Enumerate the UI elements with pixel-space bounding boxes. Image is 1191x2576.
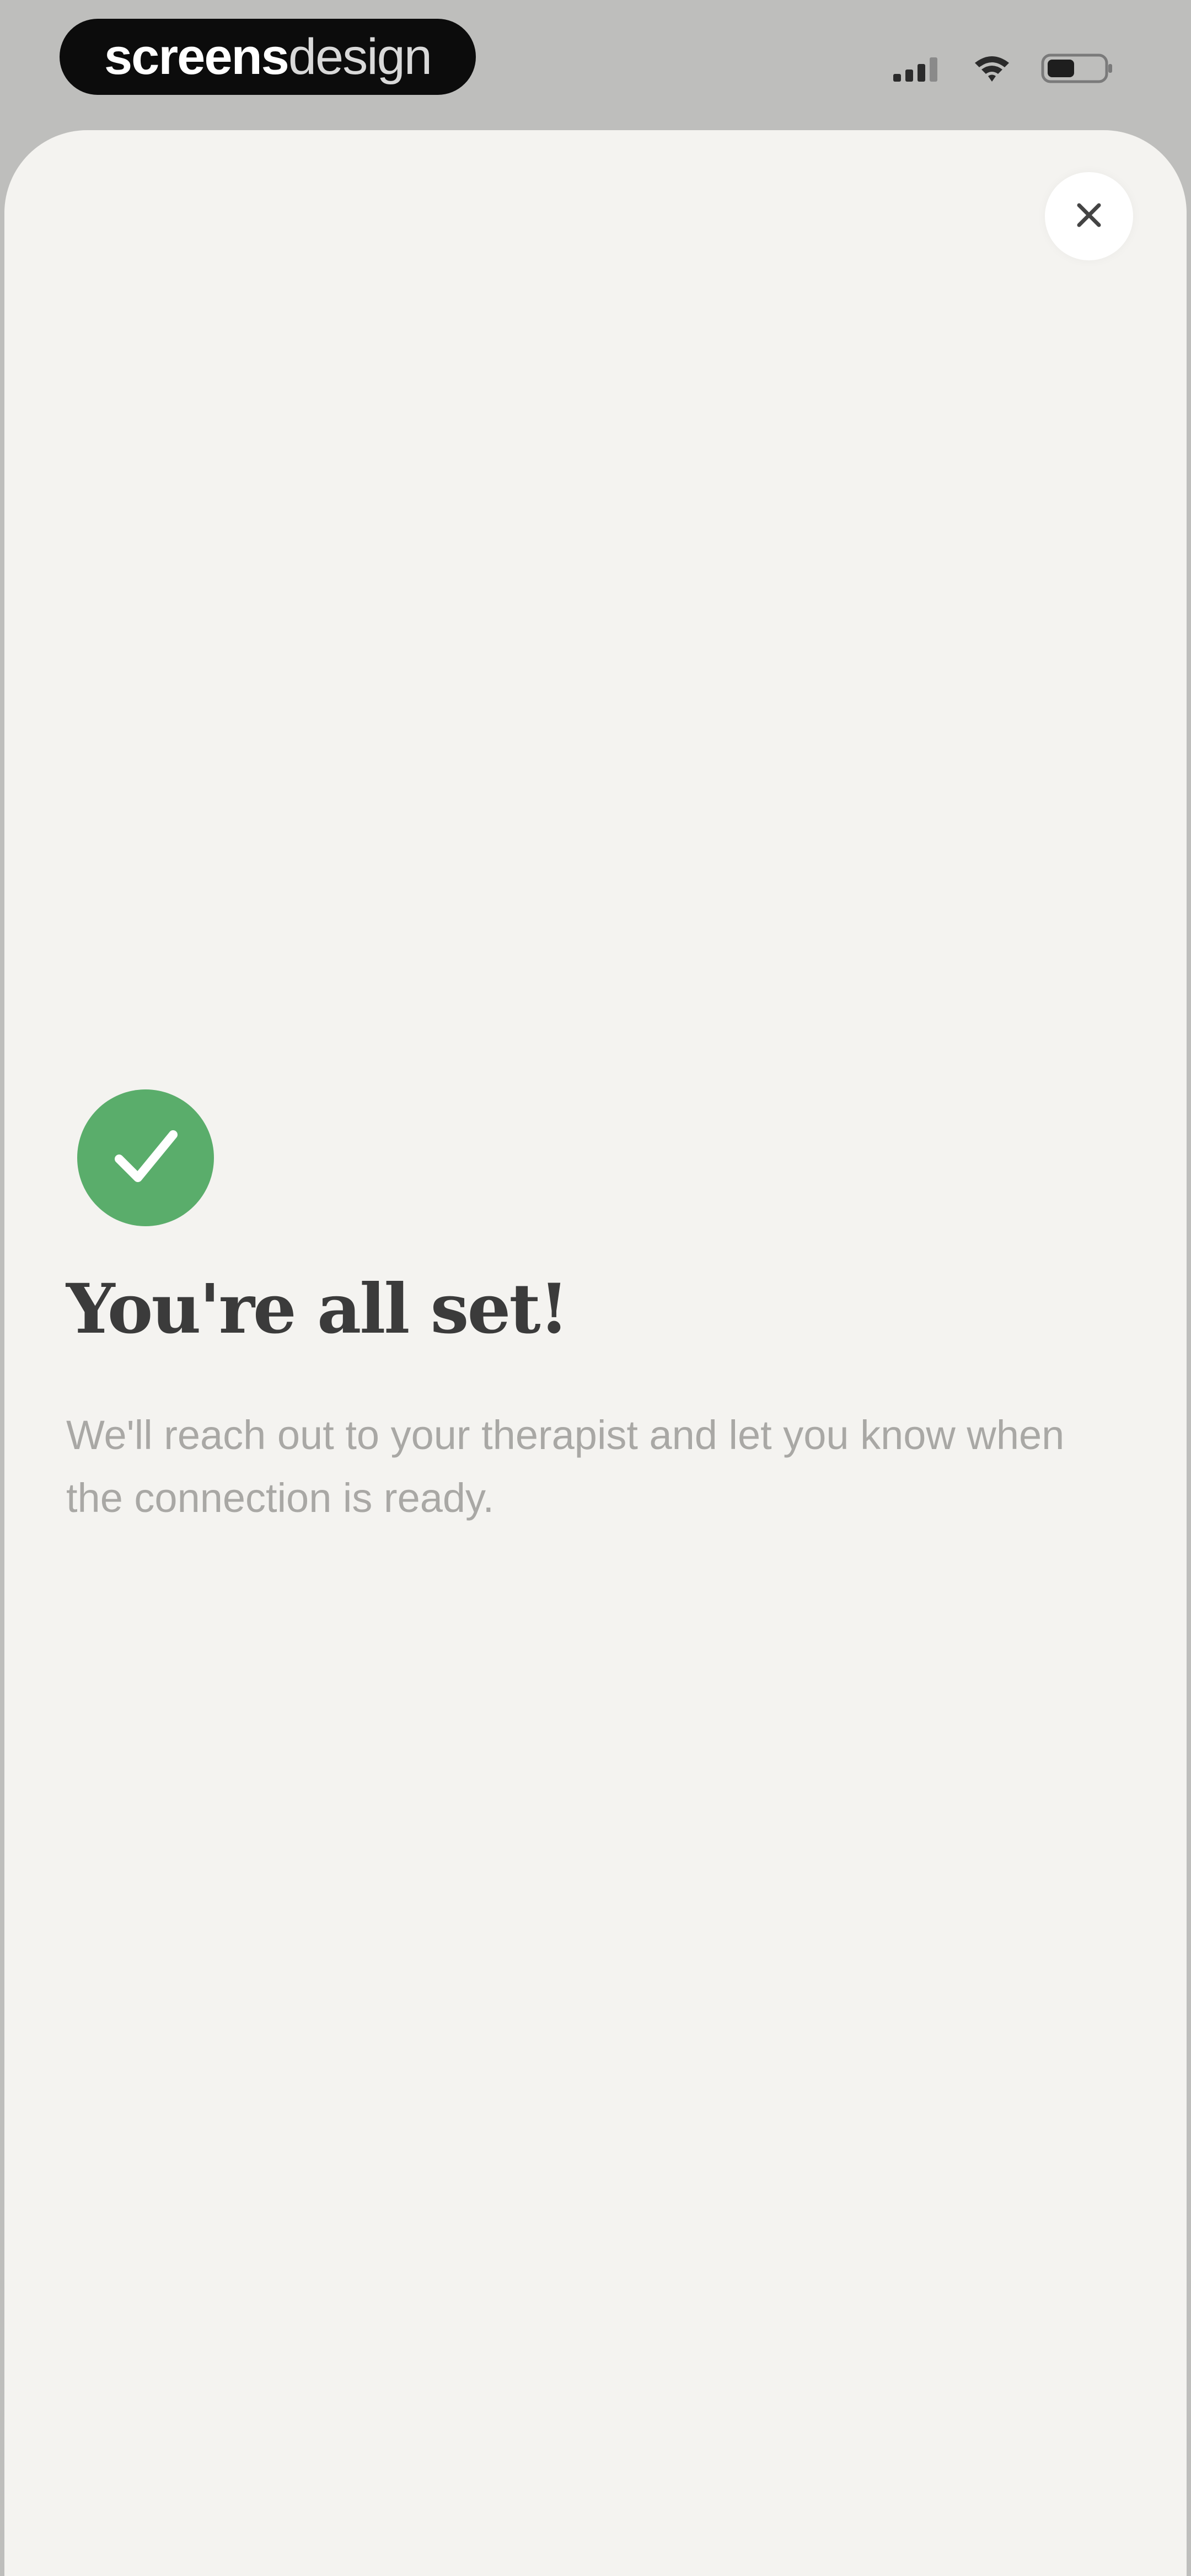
status-bar: screensdesign xyxy=(0,0,1191,127)
watermark-text: screensdesign xyxy=(104,29,432,85)
watermark-light: design xyxy=(288,29,432,85)
close-button[interactable] xyxy=(1045,172,1133,260)
success-badge xyxy=(77,1089,214,1226)
cellular-signal-icon xyxy=(892,54,943,83)
confirmation-message: We'll reach out to your therapist and le… xyxy=(66,1412,1065,1521)
app-screen: screensdesign You're all set! We'll reac… xyxy=(0,0,1191,2576)
wifi-icon xyxy=(973,53,1011,84)
watermark-badge: screensdesign xyxy=(60,19,476,95)
checkmark-icon xyxy=(107,1118,184,1198)
status-icons xyxy=(892,49,1114,88)
confirmation-sheet xyxy=(4,130,1187,2576)
close-icon xyxy=(1072,199,1106,234)
confirmation-title: You're all set! xyxy=(66,1269,569,1349)
watermark-bold: screens xyxy=(104,29,289,85)
battery-icon xyxy=(1041,52,1114,85)
